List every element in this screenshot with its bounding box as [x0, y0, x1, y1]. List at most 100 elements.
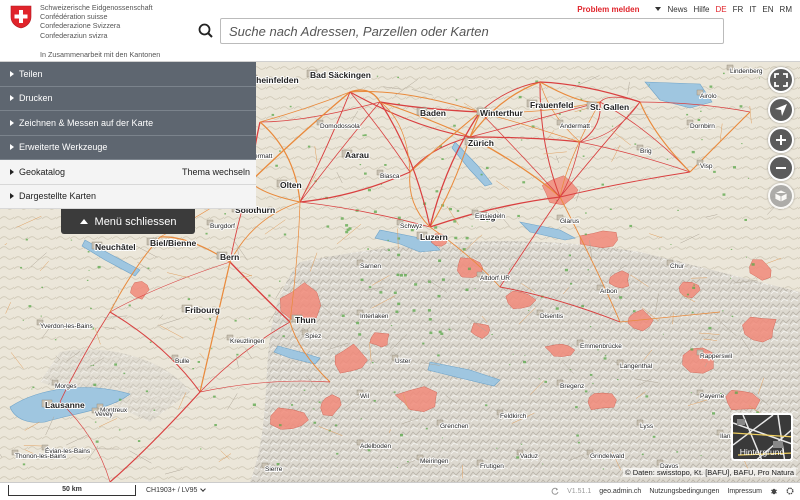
forest-patch — [307, 145, 311, 148]
language-it[interactable]: IT — [749, 5, 756, 14]
forest-patch — [192, 368, 194, 370]
forest-patch — [751, 263, 755, 266]
3d-view-button[interactable] — [768, 183, 794, 209]
forest-patch — [425, 427, 428, 430]
background-label: Hintergrund — [739, 447, 785, 457]
report-problem-link[interactable]: Problem melden — [577, 5, 639, 14]
bug-icon[interactable] — [770, 487, 778, 495]
forest-patch — [670, 244, 672, 245]
place-label: Lindenberg — [730, 68, 763, 75]
forest-patch — [587, 269, 589, 271]
forest-patch — [441, 278, 445, 281]
terms-link[interactable]: Nutzungsbedingungen — [649, 488, 719, 495]
confederation-name[interactable]: Schweizerische Eidgenossenschaft Confédé… — [40, 3, 153, 40]
forest-patch — [367, 248, 369, 250]
language-fr[interactable]: FR — [733, 5, 744, 14]
forest-patch — [722, 310, 724, 312]
refresh-icon[interactable] — [551, 487, 559, 495]
menu-item-geocatalog[interactable]: Geokatalog Thema wechseln — [0, 160, 256, 185]
forest-patch — [345, 230, 349, 234]
forest-patch — [441, 437, 443, 439]
forest-patch — [90, 307, 92, 310]
site-link[interactable]: geo.admin.ch — [599, 488, 641, 495]
caret-right-icon — [10, 193, 14, 200]
forest-patch — [422, 342, 425, 345]
forest-patch — [609, 208, 612, 210]
crs-selector[interactable]: CH1903+ / LV95 — [146, 486, 207, 494]
forest-patch — [390, 325, 393, 327]
forest-patch — [485, 166, 489, 169]
forest-patch — [662, 333, 664, 335]
news-link[interactable]: News — [667, 5, 687, 14]
forest-patch — [747, 177, 749, 179]
zoom-in-button[interactable] — [768, 127, 794, 153]
menu-item-print[interactable]: Drucken — [0, 86, 256, 111]
forest-patch — [387, 249, 390, 251]
forest-patch — [145, 390, 149, 393]
menu-item-share[interactable]: Teilen — [0, 62, 256, 87]
settings-icon[interactable] — [786, 487, 794, 495]
forest-patch — [542, 463, 544, 465]
search-icon[interactable] — [192, 18, 220, 44]
forest-patch — [149, 341, 152, 343]
forest-patch — [291, 404, 294, 406]
forest-patch — [584, 390, 588, 393]
close-menu-button[interactable]: Menü schliessen — [61, 209, 195, 234]
forest-patch — [373, 399, 376, 402]
forest-patch — [491, 333, 493, 335]
menu-item-draw-measure[interactable]: Zeichnen & Messen auf der Karte — [0, 111, 256, 136]
forest-patch — [340, 217, 344, 220]
change-topic-button[interactable]: Thema wechseln — [182, 167, 250, 177]
forest-patch — [387, 239, 389, 241]
language-rm[interactable]: RM — [780, 5, 792, 14]
swiss-coat-of-arms-icon[interactable] — [10, 5, 32, 29]
forest-patch — [730, 277, 732, 279]
version-label[interactable]: V1.51.1 — [567, 488, 591, 495]
forest-patch — [437, 354, 440, 357]
chevron-down-icon[interactable] — [655, 7, 662, 11]
forest-patch — [713, 170, 716, 173]
forest-patch — [268, 294, 271, 297]
place-label: Langenthal — [620, 363, 653, 370]
forest-patch — [538, 378, 540, 380]
forest-patch — [744, 218, 747, 221]
chevron-down-icon — [200, 486, 207, 492]
zoom-out-button[interactable] — [768, 155, 794, 181]
caret-up-icon — [79, 219, 88, 224]
fullscreen-button[interactable] — [768, 67, 794, 93]
place-label: Interlaken — [360, 313, 389, 320]
forest-patch — [40, 315, 42, 317]
language-de[interactable]: DE — [716, 5, 727, 14]
forest-patch — [584, 233, 587, 236]
place-label: Airolo — [700, 93, 717, 100]
forest-patch — [496, 447, 498, 449]
place-label: Schwyz — [400, 223, 422, 230]
forest-patch — [485, 404, 488, 407]
forest-patch — [746, 256, 747, 258]
forest-patch — [589, 326, 592, 328]
imprint-link[interactable]: Impressum — [727, 488, 762, 495]
forest-patch — [22, 463, 26, 466]
forest-patch — [701, 139, 703, 141]
search-input[interactable] — [221, 19, 723, 43]
place-label: Yverdon-les-Bains — [40, 323, 93, 330]
forest-patch — [211, 348, 213, 350]
forest-patch — [25, 238, 28, 241]
help-link[interactable]: Hilfe — [694, 5, 710, 14]
forest-patch — [741, 143, 743, 145]
menu-item-advanced-tools[interactable]: Erweiterte Werkzeuge — [0, 135, 256, 160]
place-label: Domodossola — [320, 123, 360, 130]
forest-patch — [356, 321, 360, 325]
place-label: Luzern — [420, 232, 448, 242]
search-field[interactable] — [220, 18, 724, 44]
forest-patch — [313, 421, 317, 424]
background-switcher[interactable]: Hintergrund — [731, 413, 793, 461]
forest-patch — [86, 279, 89, 281]
menu-item-displayed-maps[interactable]: Dargestellte Karten — [0, 184, 256, 209]
geolocation-button[interactable] — [768, 97, 794, 123]
language-en[interactable]: EN — [762, 5, 773, 14]
place-label: Bregenz — [560, 383, 584, 390]
place-label: Rheinfelden — [250, 75, 299, 85]
fullscreen-icon — [774, 73, 788, 87]
forest-patch — [512, 353, 514, 355]
